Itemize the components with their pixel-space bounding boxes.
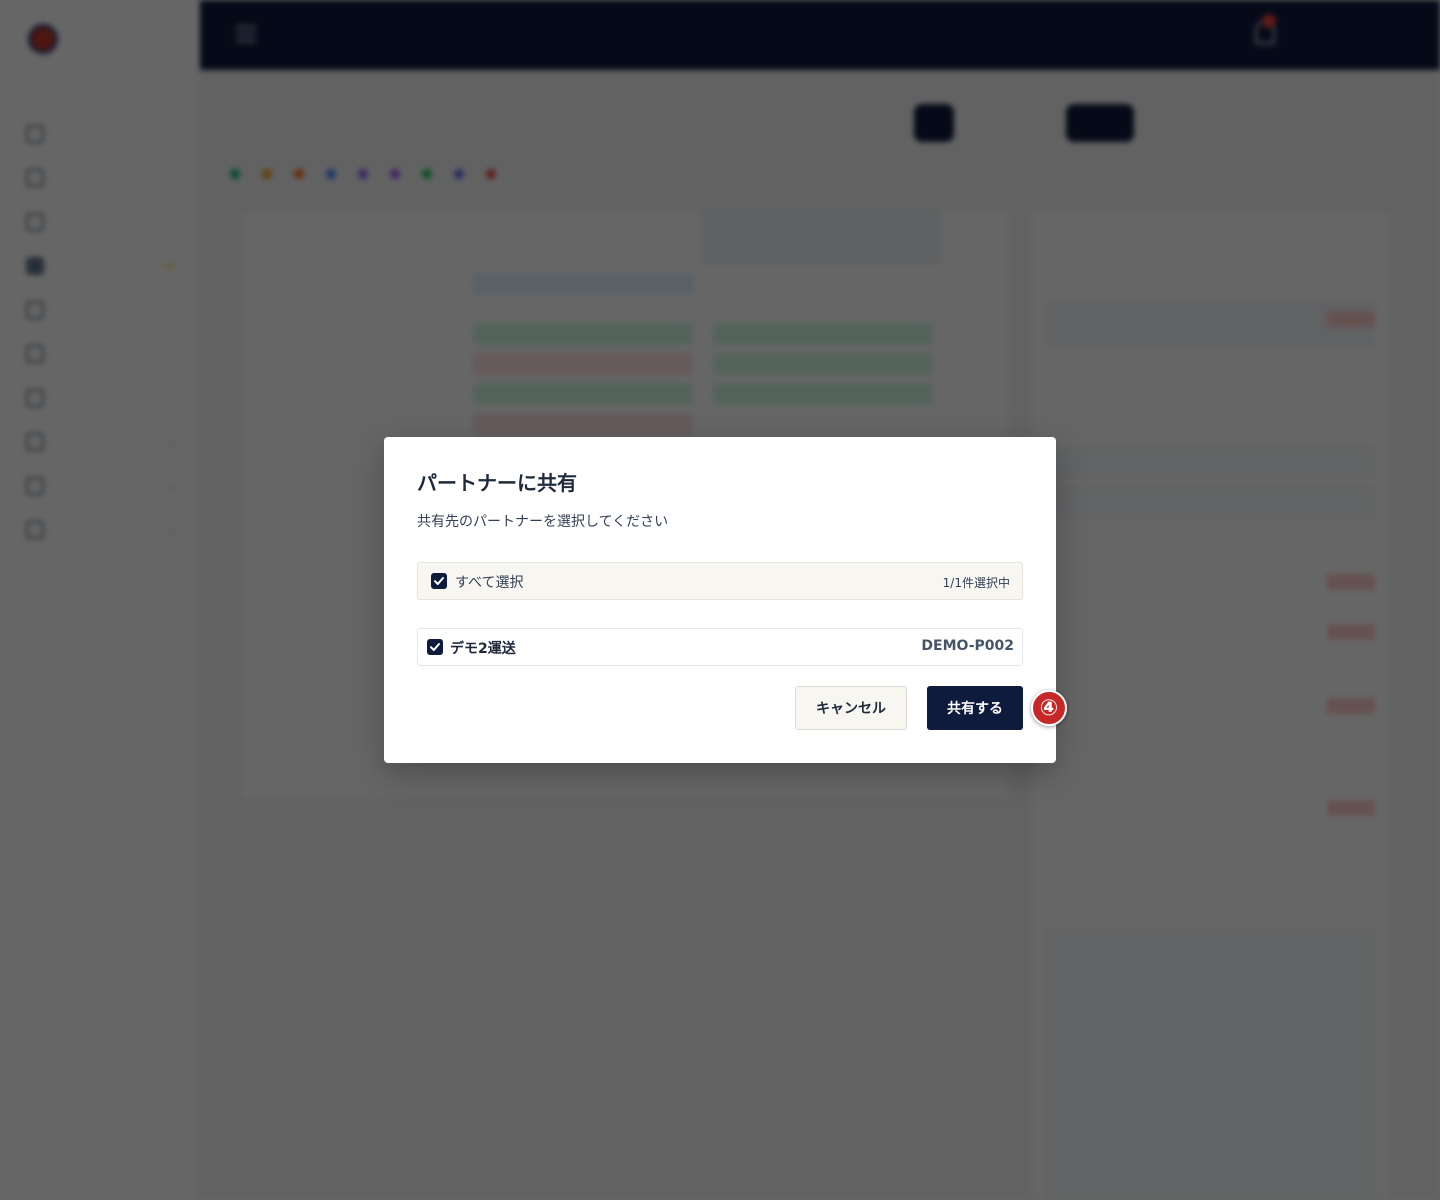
share-partner-dialog: パートナーに共有 共有先のパートナーを選択してください すべて選択 1/1件選択…	[384, 437, 1056, 763]
dialog-subtitle: 共有先のパートナーを選択してください	[417, 514, 669, 530]
check-icon	[434, 577, 444, 585]
share-button[interactable]: 共有する	[927, 686, 1023, 730]
select-all-label: すべて選択	[455, 575, 524, 591]
select-all-checkbox[interactable]	[431, 573, 447, 589]
partner-name: デモ2運送	[450, 641, 516, 657]
partner-code: DEMO-P002	[921, 638, 1014, 654]
cancel-button[interactable]: キャンセル	[795, 686, 907, 730]
step-number-badge: ④	[1031, 690, 1067, 726]
check-icon	[430, 643, 440, 651]
dialog-title: パートナーに共有	[417, 471, 577, 495]
partner-row[interactable]: デモ2運送 DEMO-P002	[417, 628, 1023, 666]
selected-count: 1/1件選択中	[942, 576, 1010, 590]
select-all-row[interactable]: すべて選択 1/1件選択中	[417, 562, 1023, 600]
partner-checkbox[interactable]	[427, 639, 443, 655]
